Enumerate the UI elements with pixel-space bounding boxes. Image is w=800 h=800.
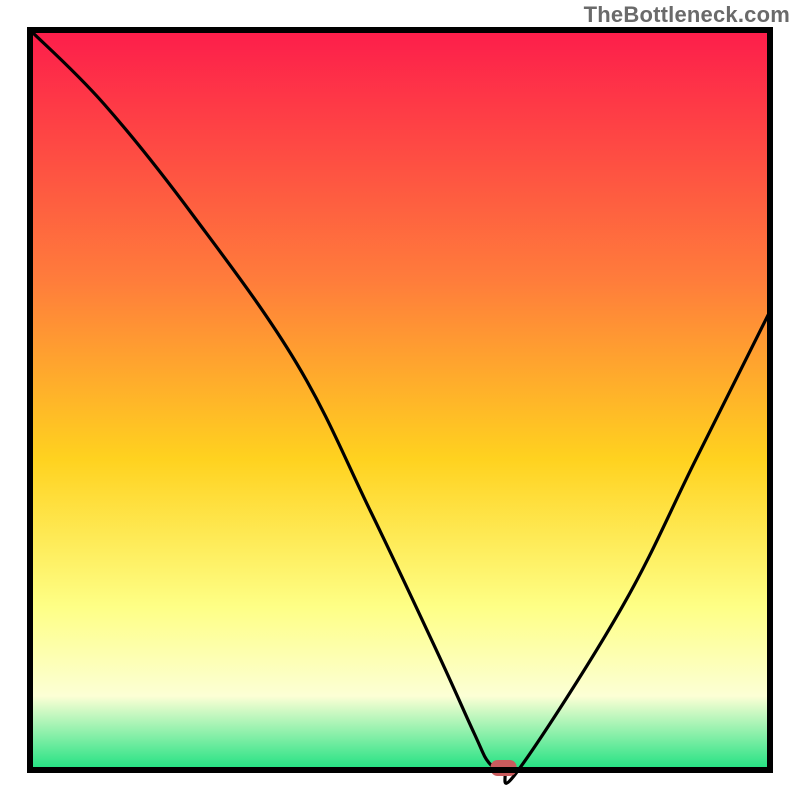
plot-background xyxy=(30,30,770,770)
watermark-label: TheBottleneck.com xyxy=(584,2,790,28)
bottleneck-chart xyxy=(0,0,800,800)
chart-frame: TheBottleneck.com xyxy=(0,0,800,800)
